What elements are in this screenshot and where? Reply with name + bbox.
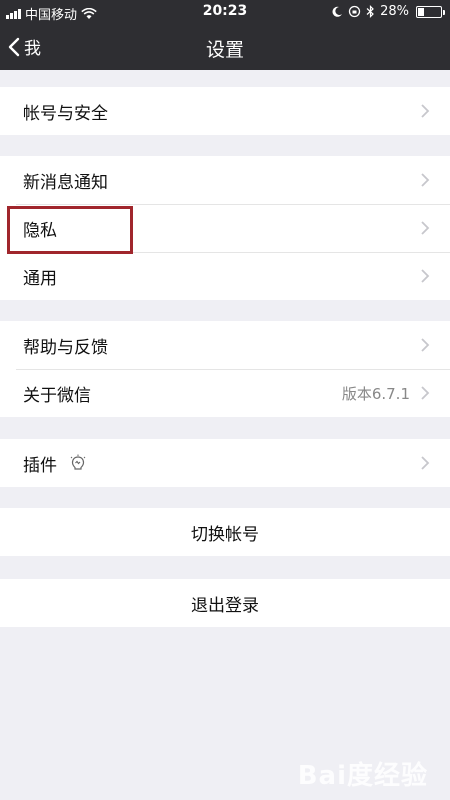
chevron-right-icon xyxy=(421,338,430,352)
item-label: 通用 xyxy=(23,268,57,289)
chevron-right-icon xyxy=(421,221,430,235)
bluetooth-icon xyxy=(366,5,374,18)
battery-percent: 28% xyxy=(380,4,409,19)
status-bar: 中国移动 20:23 28% xyxy=(0,0,450,24)
item-label: 隐私 xyxy=(23,220,57,241)
chevron-right-icon xyxy=(421,456,430,470)
chevron-right-icon xyxy=(421,104,430,118)
chevron-right-icon xyxy=(421,269,430,283)
settings-item-help-feedback[interactable]: 帮助与反馈 xyxy=(0,321,450,369)
settings-item-new-message-notification[interactable]: 新消息通知 xyxy=(0,156,450,204)
settings-item-about-wechat[interactable]: 关于微信 版本6.7.1 xyxy=(0,369,450,417)
item-label: 新消息通知 xyxy=(23,172,108,193)
switch-account-button[interactable]: 切换帐号 xyxy=(0,508,450,556)
settings-group-plugins: 插件 xyxy=(0,439,450,487)
settings-group-help: 帮助与反馈 关于微信 版本6.7.1 xyxy=(0,321,450,417)
moon-icon xyxy=(332,6,343,17)
item-label: 帮助与反馈 xyxy=(23,337,108,358)
logout-group: 退出登录 xyxy=(0,579,450,627)
settings-group-general: 新消息通知 隐私 通用 xyxy=(0,156,450,300)
chevron-right-icon xyxy=(421,173,430,187)
page-title: 设置 xyxy=(205,39,244,61)
logout-button[interactable]: 退出登录 xyxy=(0,579,450,627)
chevron-right-icon xyxy=(421,386,430,400)
settings-item-account-security[interactable]: 帐号与安全 xyxy=(0,87,450,135)
battery-fill xyxy=(418,7,424,16)
version-value: 版本6.7.1 xyxy=(341,385,410,403)
status-right: 28% xyxy=(331,4,445,19)
item-label: 插件 xyxy=(23,455,57,476)
orientation-lock-icon xyxy=(348,5,361,18)
switch-account-group: 切换帐号 xyxy=(0,508,450,556)
settings-item-privacy[interactable]: 隐私 xyxy=(0,204,450,252)
nav-bar: 我 设置 xyxy=(0,24,450,70)
settings-group-account: 帐号与安全 xyxy=(0,87,450,135)
settings-item-general[interactable]: 通用 xyxy=(0,252,450,300)
item-label: 关于微信 xyxy=(23,385,91,406)
settings-item-plugins[interactable]: 插件 xyxy=(0,439,450,487)
battery-icon xyxy=(416,5,445,18)
plugin-icon xyxy=(70,454,86,470)
watermark: Bai度经验 xyxy=(297,761,428,791)
item-label: 帐号与安全 xyxy=(23,103,108,124)
